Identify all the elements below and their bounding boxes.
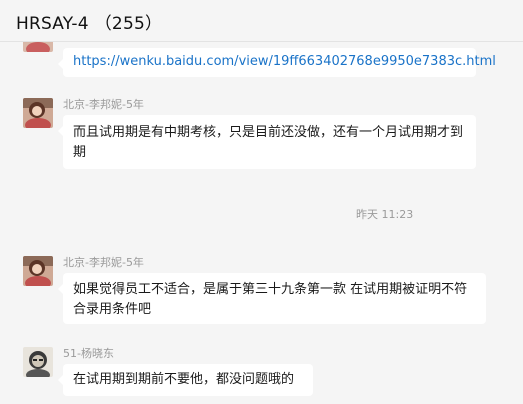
group-name: HRSAY-4 xyxy=(16,14,89,34)
message-bubble-link[interactable]: https://wenku.baidu.com/view/19ff6634027… xyxy=(58,48,496,77)
avatar[interactable] xyxy=(23,42,53,52)
user-avatar-icon xyxy=(23,42,53,52)
sender-name: 北京-李邦妮-5年 xyxy=(63,256,144,269)
chat-header: HRSAY-4 （255） xyxy=(0,0,523,42)
message-text: 如果觉得员工不适合，是属于第三十九条第一款 在试用期被证明不符合录用条件吧 xyxy=(73,282,468,317)
user-avatar-icon xyxy=(23,98,53,128)
avatar[interactable] xyxy=(23,98,53,128)
message-bubble[interactable]: 在试用期到期前不要他，都没问题哦的 xyxy=(58,364,313,396)
sender-name: 51-杨晓东 xyxy=(63,347,114,360)
chat-title: HRSAY-4 （255） xyxy=(16,9,162,34)
message-bubble[interactable]: 如果觉得员工不适合，是属于第三十九条第一款 在试用期被证明不符合录用条件吧 xyxy=(58,273,486,324)
sender-name: 北京-李邦妮-5年 xyxy=(63,98,144,111)
avatar[interactable] xyxy=(23,347,53,377)
avatar[interactable] xyxy=(23,256,53,286)
message-link-text[interactable]: https://wenku.baidu.com/view/19ff6634027… xyxy=(73,54,496,69)
user-avatar-icon xyxy=(23,256,53,286)
message-list[interactable]: https://wenku.baidu.com/view/19ff6634027… xyxy=(0,42,523,404)
member-count: （255） xyxy=(94,14,163,34)
message-bubble[interactable]: 而且试用期是有中期考核，只是目前还没做，还有一个月试用期才到期 xyxy=(58,115,476,169)
message-text: 在试用期到期前不要他，都没问题哦的 xyxy=(73,372,295,387)
timestamp: 昨天 11:23 xyxy=(356,208,414,221)
user-avatar-icon xyxy=(23,347,53,377)
message-text: 而且试用期是有中期考核，只是目前还没做，还有一个月试用期才到期 xyxy=(73,125,464,160)
